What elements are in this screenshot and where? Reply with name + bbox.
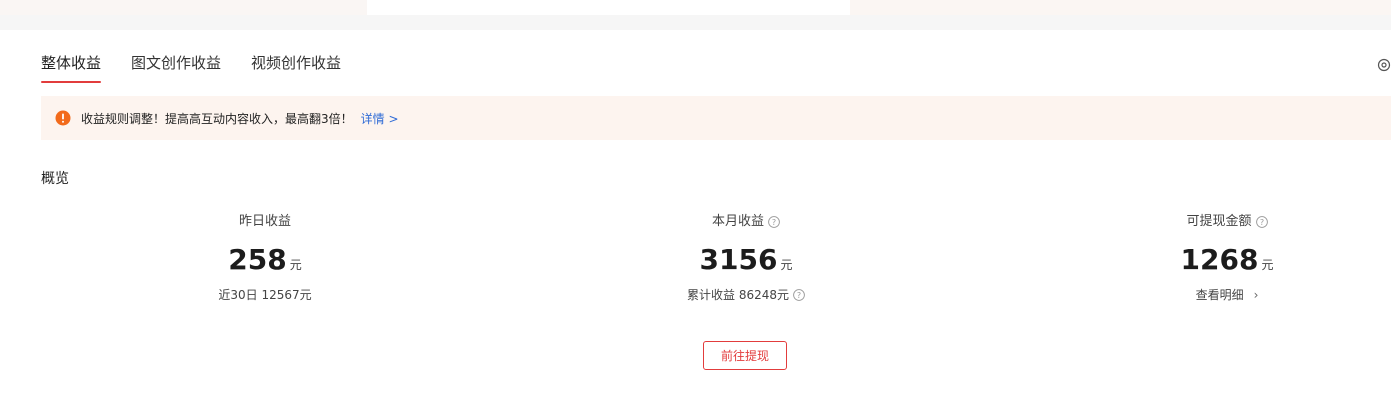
settings-icon[interactable] [1377,58,1391,72]
view-details-link[interactable]: 查看明细 › [1196,286,1259,304]
stat-number: 258 [228,243,287,276]
top-strip-right [850,0,1391,15]
stat-label-text: 昨日收益 [238,214,291,229]
svg-text:?: ? [1259,218,1263,227]
help-icon[interactable]: ? [793,289,805,301]
stat-label: 昨日收益 [239,212,291,232]
top-strip-left [0,0,367,15]
notice-text: 收益规则调整！提高高互动内容收入，最高翻3倍！ [81,111,353,126]
stat-unit: 元 [1261,258,1274,272]
stat-sub-text: 近30日 12567元 [218,288,312,302]
top-gap [0,15,1391,30]
chevron-right-icon: › [1253,288,1259,302]
stat-sub: 近30日 12567元 [218,286,311,304]
tab-video-income[interactable]: 视频创作收益 [251,53,341,83]
help-icon[interactable]: ? [768,216,780,228]
stat-unit: 元 [780,258,793,272]
stat-value: 258 元 [115,242,415,278]
tab-overall-income[interactable]: 整体收益 [41,53,102,83]
stat-sub-text: 查看明细 [1195,288,1244,302]
stat-withdrawable: 可提现金额 ? 1268 元 查看明细 › [1077,210,1377,304]
stat-sub-text: 累计收益 86248元 [687,288,789,302]
stat-sub: 累计收益 86248元 ? [687,286,805,304]
stat-label-text: 本月收益 [711,214,764,229]
stat-this-month: 本月收益 ? 3156 元 累计收益 86248元 ? [596,210,896,304]
stat-yesterday: 昨日收益 258 元 近30日 12567元 [115,210,415,304]
tab-article-income[interactable]: 图文创作收益 [131,53,221,83]
notice-details-link[interactable]: 详情 > [361,110,399,127]
stat-value: 3156 元 [596,242,896,278]
stat-number: 3156 [699,243,778,276]
stat-number: 1268 [1180,243,1259,276]
withdraw-button[interactable]: 前往提现 [703,341,787,370]
top-strip-center [367,0,850,15]
exclamation-circle-icon [55,110,71,126]
svg-text:?: ? [797,291,801,300]
stat-value: 1268 元 [1077,242,1377,278]
stat-label: 本月收益 ? [712,212,780,232]
stat-unit: 元 [289,258,302,272]
overview-title: 概览 [41,171,69,187]
income-tabs: 整体收益 图文创作收益 视频创作收益 [41,53,341,83]
notice-banner: 收益规则调整！提高高互动内容收入，最高翻3倍！ 详情 > [41,96,1391,140]
top-strip [0,0,1391,15]
svg-text:?: ? [772,218,776,227]
stat-label-text: 可提现金额 [1186,214,1252,229]
help-icon[interactable]: ? [1255,216,1268,228]
stat-label: 可提现金额 ? [1186,212,1268,232]
